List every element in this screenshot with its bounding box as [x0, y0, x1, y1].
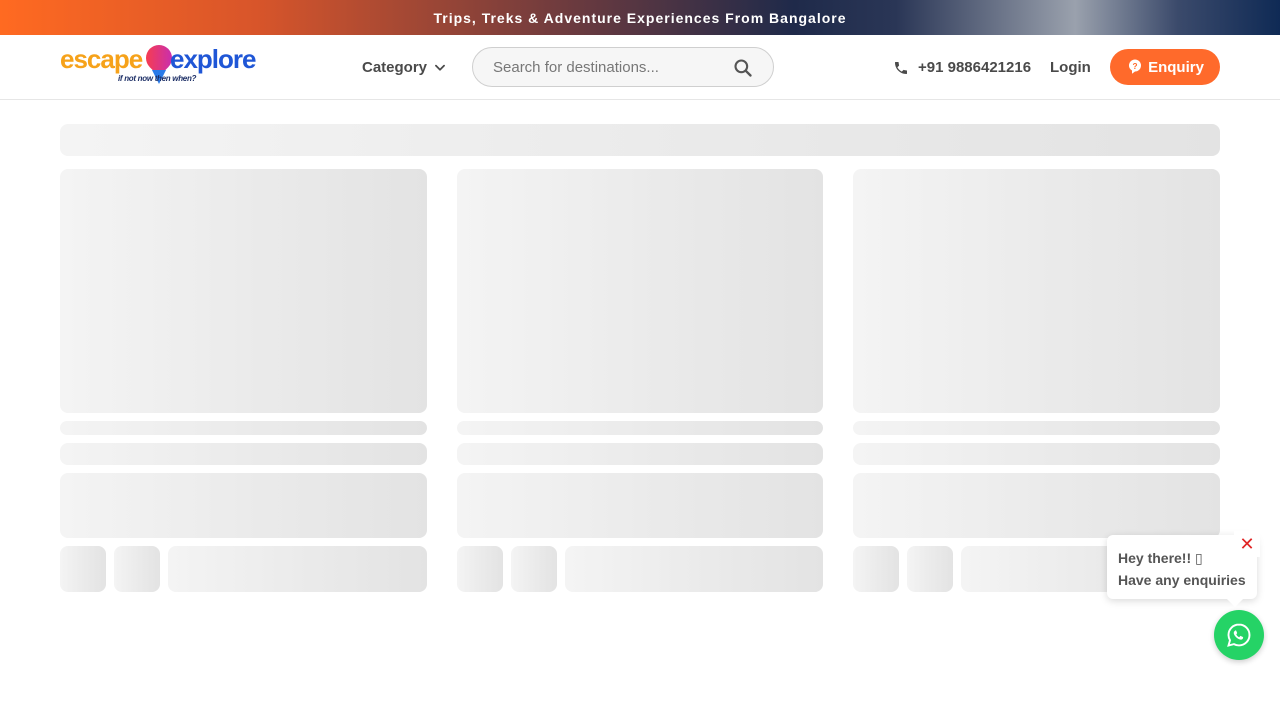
phone-icon [895, 61, 907, 74]
login-button[interactable]: Login [1050, 59, 1091, 76]
skeleton-card-chip [511, 546, 557, 592]
svg-text:?: ? [1133, 62, 1138, 71]
whatsapp-button[interactable] [1214, 610, 1264, 660]
enquiry-label: Enquiry [1148, 58, 1204, 76]
logo-tagline: if not now then when? [118, 74, 197, 83]
banner-text: Trips, Treks & Adventure Experiences Fro… [433, 9, 847, 26]
skeleton-card-chip [114, 546, 160, 592]
search-input[interactable] [493, 58, 723, 76]
search-box [472, 47, 774, 87]
chat-line-question: Have any enquiries [1118, 572, 1246, 588]
skeleton-card-line [853, 443, 1220, 465]
chat-line-greeting: Hey there!! ▯ [1118, 550, 1203, 566]
phone-number: +91 9886421216 [918, 59, 1032, 76]
skeleton-card-chip [60, 546, 106, 592]
skeleton-card-button [565, 546, 823, 592]
category-label: Category [362, 59, 428, 76]
skeleton-card-button [168, 546, 427, 592]
logo-word-escape: escape [60, 44, 143, 74]
category-dropdown[interactable]: Category [362, 59, 447, 76]
chat-close-icon[interactable]: ✕ [1234, 531, 1260, 557]
skeleton-card-line [60, 443, 427, 465]
whatsapp-icon [1227, 623, 1251, 647]
question-icon: ? [1129, 59, 1142, 74]
skeleton-card-chip [457, 546, 503, 592]
skeleton-card-line [457, 421, 823, 435]
skeleton-card-block [457, 473, 823, 538]
phone-contact[interactable]: +91 9886421216 [893, 59, 1031, 76]
skeleton-card-line [60, 421, 427, 435]
skeleton-card-line [853, 421, 1220, 435]
skeleton-card-chip [853, 546, 899, 592]
site-logo[interactable]: escape explore if not now then when? [60, 39, 260, 90]
skeleton-card-line [457, 443, 823, 465]
search-icon[interactable] [733, 58, 753, 78]
chevron-down-icon [435, 64, 445, 71]
skeleton-card-chip [907, 546, 953, 592]
top-banner: Trips, Treks & Adventure Experiences Fro… [0, 0, 1280, 35]
site-header: escape explore if not now then when? Cat… [0, 35, 1280, 100]
skeleton-title-bar [60, 124, 1220, 156]
skeleton-card-image [853, 169, 1220, 413]
skeleton-card-image [457, 169, 823, 413]
enquiry-button[interactable]: ? Enquiry [1110, 49, 1220, 85]
skeleton-card-image [60, 169, 427, 413]
skeleton-card-block [60, 473, 427, 538]
logo-word-explore: explore [170, 44, 256, 74]
skeleton-card-block [853, 473, 1220, 538]
